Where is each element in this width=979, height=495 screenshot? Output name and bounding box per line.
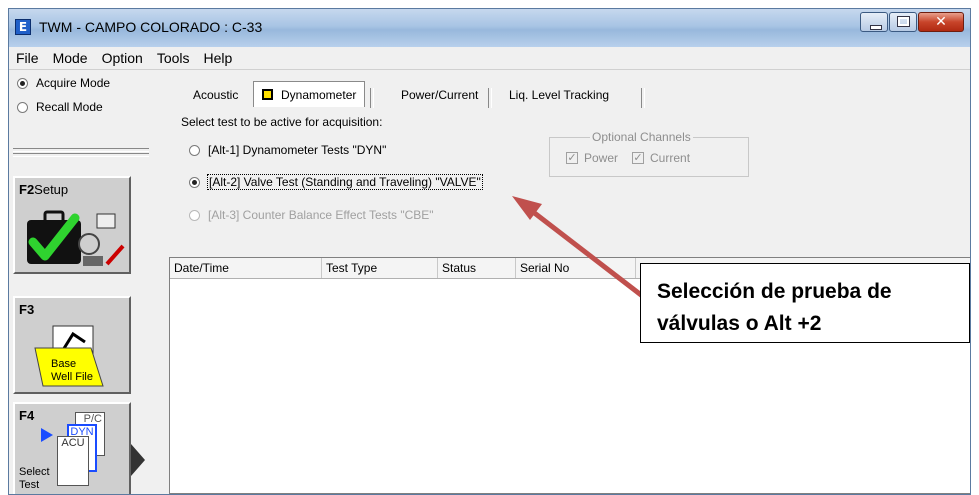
option-dyn-radio[interactable]: [Alt-1] Dynamometer Tests "DYN"	[189, 143, 386, 157]
radio-selected-icon	[17, 77, 28, 89]
play-arrow-icon	[41, 428, 53, 442]
option-valve-radio[interactable]: [Alt-2] Valve Test (Standing and Traveli…	[189, 174, 483, 190]
tab-power-current[interactable]: Power/Current	[401, 84, 478, 106]
current-label: Current	[650, 151, 691, 165]
recall-mode-label: Recall Mode	[36, 100, 103, 114]
maximize-button[interactable]	[889, 12, 917, 32]
dyn-indicator-icon	[262, 89, 273, 100]
f3-key: F3	[19, 302, 35, 317]
close-icon: ✕	[935, 14, 947, 30]
window-controls: ✕	[859, 12, 964, 34]
tab-divider	[641, 88, 645, 108]
app-icon[interactable]: E	[15, 19, 31, 35]
tab-liq-level-tracking[interactable]: Liq. Level Tracking	[509, 84, 609, 106]
menu-mode[interactable]: Mode	[46, 50, 95, 66]
divider	[13, 153, 149, 157]
tab-dynamometer[interactable]: Dynamometer	[253, 81, 366, 107]
checkbox-checked-icon: ✓	[632, 151, 645, 164]
optional-channels-title: Optional Channels	[590, 130, 693, 144]
stack-card-acu: ACU	[57, 436, 89, 486]
menu-file[interactable]: File	[9, 50, 46, 66]
f4-select-test-button[interactable]: F4 P/C DYN ACU Select Test	[13, 402, 131, 494]
radio-empty-icon	[17, 101, 28, 113]
f2-key: F2	[19, 182, 35, 197]
col-status[interactable]: Status	[438, 258, 516, 278]
minimize-button[interactable]	[860, 12, 888, 32]
window-title: TWM - CAMPO COLORADO : C-33	[39, 19, 263, 35]
menu-tools[interactable]: Tools	[150, 50, 197, 66]
expand-arrow-icon[interactable]	[131, 444, 145, 476]
f3-label: Base Well File	[51, 358, 93, 384]
f4-label-line2: Test	[19, 479, 40, 491]
col-serial-no[interactable]: Serial No	[516, 258, 636, 278]
tab-divider	[370, 88, 374, 108]
acquire-mode-label: Acquire Mode	[36, 76, 111, 90]
acquire-mode-radio[interactable]: Acquire Mode	[17, 76, 110, 90]
f4-key: F4	[19, 408, 35, 423]
tab-dynamometer-label: Dynamometer	[281, 87, 357, 102]
maximize-icon	[897, 16, 910, 27]
callout-line1: Selección de prueba de	[657, 280, 892, 303]
f3-label-line2: Well File	[51, 371, 93, 383]
option-valve-label: [Alt-2] Valve Test (Standing and Traveli…	[207, 174, 483, 190]
callout-text: Selección de prueba de válvulas o Alt +2	[657, 276, 967, 340]
radio-disabled-icon	[189, 209, 200, 221]
optional-channels-group: Optional Channels ✓ Power ✓ Current	[549, 130, 749, 177]
minimize-icon	[870, 25, 882, 30]
recall-mode-radio[interactable]: Recall Mode	[17, 100, 103, 114]
option-cbe-radio: [Alt-3] Counter Balance Effect Tests "CB…	[189, 208, 434, 222]
tab-divider	[488, 88, 492, 108]
radio-empty-icon	[189, 144, 200, 156]
f2-text: Setup	[34, 182, 69, 197]
test-stack-icon: P/C DYN ACU	[41, 412, 125, 492]
col-date-time[interactable]: Date/Time	[170, 258, 322, 278]
title-bar[interactable]: E TWM - CAMPO COLORADO : C-33 ✕	[9, 9, 970, 47]
f2-label: F2Setup	[19, 182, 68, 197]
divider	[13, 148, 149, 152]
f4-label: Select Test	[19, 466, 50, 492]
app-window: E TWM - CAMPO COLORADO : C-33 ✕ File Mod…	[8, 8, 971, 495]
power-checkbox: ✓ Power	[566, 151, 618, 165]
col-test-type[interactable]: Test Type	[322, 258, 438, 278]
test-select-prompt: Select test to be active for acquisition…	[181, 115, 383, 129]
left-panel: Acquire Mode Recall Mode F2Setup F3 Base…	[9, 70, 153, 494]
current-checkbox: ✓ Current	[632, 151, 690, 165]
close-button[interactable]: ✕	[918, 12, 964, 32]
radio-selected-icon	[189, 176, 200, 188]
menu-help[interactable]: Help	[197, 50, 240, 66]
toolkit-checkmark-icon	[27, 210, 125, 266]
annotation-callout: Selección de prueba de válvulas o Alt +2	[640, 263, 970, 343]
callout-line2: válvulas o Alt +2	[657, 312, 822, 335]
checkbox-checked-icon: ✓	[566, 151, 578, 164]
menu-option[interactable]: Option	[95, 50, 150, 66]
option-dyn-label: [Alt-1] Dynamometer Tests "DYN"	[208, 143, 387, 157]
tab-acoustic[interactable]: Acoustic	[193, 84, 238, 106]
f3-label-line1: Base	[51, 358, 77, 370]
power-label: Power	[584, 151, 619, 165]
f2-setup-button[interactable]: F2Setup	[13, 176, 131, 274]
f3-base-well-file-button[interactable]: F3 Base Well File	[13, 296, 131, 394]
option-cbe-label: [Alt-3] Counter Balance Effect Tests "CB…	[208, 208, 434, 222]
menu-bar: File Mode Option Tools Help	[9, 47, 970, 70]
f4-label-line1: Select	[19, 466, 50, 478]
